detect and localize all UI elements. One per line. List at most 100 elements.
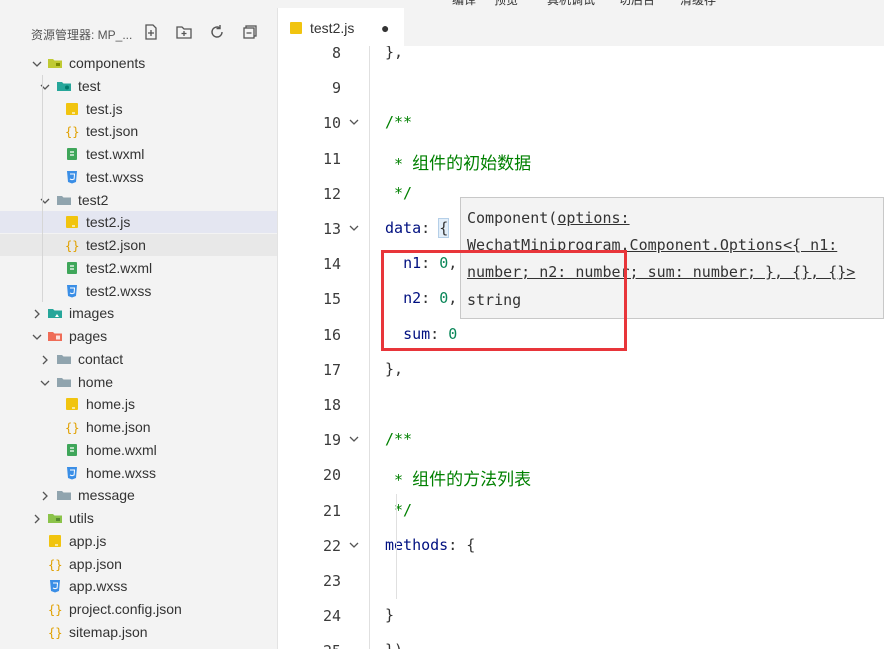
code-line[interactable]: 24} xyxy=(278,599,884,634)
line-number: 13 xyxy=(322,220,341,238)
wxss-file-icon xyxy=(64,169,80,185)
code-line[interactable]: 20 * 组件的方法列表 xyxy=(278,458,884,493)
tree-item-label: utils xyxy=(69,510,94,526)
new-folder-icon[interactable] xyxy=(175,23,193,41)
tree-folder[interactable]: message xyxy=(0,484,277,506)
editor-tabbar: test2.js ● xyxy=(278,8,884,46)
tree-item-label: app.js xyxy=(69,532,107,549)
new-file-icon[interactable] xyxy=(142,23,160,41)
tree-file[interactable]: app.wxss xyxy=(0,575,277,597)
tree-item-label: sitemap.json xyxy=(69,623,148,640)
wxml-file-icon xyxy=(64,442,80,458)
top-menu-item[interactable]: 真机调试 xyxy=(547,0,595,8)
top-menu-item[interactable]: 预览 xyxy=(494,0,518,8)
hover-param-link[interactable]: options: xyxy=(557,209,629,227)
tab-test2-js[interactable]: test2.js ● xyxy=(278,8,404,46)
explorer-panel: 资源管理器: MP_... components test test.js {} tes… xyxy=(0,8,278,649)
chevron-right-icon[interactable] xyxy=(31,512,43,524)
code-line[interactable]: 23 xyxy=(278,564,884,599)
top-menu-item[interactable]: 切后台 xyxy=(619,0,655,8)
chevron-down-icon[interactable] xyxy=(31,330,43,342)
fold-chevron-icon[interactable] xyxy=(348,432,360,444)
tree-folder[interactable]: utils xyxy=(0,507,277,529)
line-number: 18 xyxy=(322,396,341,414)
js-file-icon xyxy=(290,22,302,34)
code-line[interactable]: 9 xyxy=(278,71,884,106)
line-number: 8 xyxy=(331,46,341,62)
tree-item-label: test2.wxml xyxy=(86,259,153,276)
code-text: data: { xyxy=(385,218,450,238)
chevron-right-icon[interactable] xyxy=(39,489,51,501)
chevron-right-icon[interactable] xyxy=(39,353,51,365)
tree-item-label: pages xyxy=(69,328,108,344)
wxml-file-icon xyxy=(64,260,80,276)
fold-chevron-icon[interactable] xyxy=(348,538,360,550)
code-text: }) xyxy=(385,641,403,649)
tree-file[interactable]: {} project.config.json xyxy=(0,598,277,620)
chevron-down-icon[interactable] xyxy=(39,80,51,92)
tree-item-label: test.wxss xyxy=(86,168,144,185)
folder-icon xyxy=(56,374,72,390)
code-line[interactable]: 8}, xyxy=(278,46,884,71)
svg-text:{}: {} xyxy=(48,626,62,640)
tree-folder[interactable]: pages xyxy=(0,325,277,347)
svg-text:{}: {} xyxy=(65,421,79,435)
code-text: }, xyxy=(385,359,404,378)
refresh-icon[interactable] xyxy=(208,23,226,41)
tree-item-label: message xyxy=(78,487,135,504)
tree-item-label: home.wxss xyxy=(86,464,157,481)
wxss-file-icon xyxy=(64,283,80,299)
js-file-icon xyxy=(47,533,63,549)
top-menu-item[interactable]: 清缓存 xyxy=(680,0,716,8)
tree-folder[interactable]: components xyxy=(0,52,277,74)
code-text: methods: { xyxy=(385,535,476,554)
chevron-down-icon[interactable] xyxy=(31,57,43,69)
fold-chevron-icon[interactable] xyxy=(348,221,360,233)
chevron-right-icon[interactable] xyxy=(31,307,43,319)
tree-file[interactable]: {} home.json xyxy=(0,416,277,438)
tree-file[interactable]: app.js xyxy=(0,530,277,552)
code-text: * 组件的初始数据 xyxy=(385,153,532,174)
tree-folder[interactable]: images xyxy=(0,302,277,324)
tree-file[interactable]: {} sitemap.json xyxy=(0,621,277,643)
chevron-down-icon[interactable] xyxy=(39,194,51,206)
code-line[interactable]: 10 /** xyxy=(278,106,884,141)
svg-text:{}: {} xyxy=(65,125,79,139)
tree-file[interactable]: home.js xyxy=(0,393,277,415)
hover-prefix: Component( xyxy=(467,209,558,227)
tree-item-label: test.js xyxy=(86,100,123,117)
collapse-all-icon[interactable] xyxy=(241,23,259,41)
tree-folder[interactable]: home xyxy=(0,371,277,393)
fold-chevron-icon[interactable] xyxy=(348,115,360,127)
tree-item-label: app.wxss xyxy=(69,578,128,595)
code-text: }, xyxy=(385,46,404,61)
code-line[interactable]: 17}, xyxy=(278,353,884,388)
hover-signature-line-1: Component(options: xyxy=(467,209,630,227)
tree-file[interactable]: home.wxml xyxy=(0,439,277,461)
code-line[interactable]: 21 */ xyxy=(278,494,884,529)
code-line[interactable]: 19 /** xyxy=(278,423,884,458)
code-line[interactable]: 22 methods: { xyxy=(278,529,884,564)
images-folder-icon xyxy=(47,305,63,321)
svg-text:{}: {} xyxy=(48,603,62,617)
tree-file[interactable]: {} app.json xyxy=(0,553,277,575)
indent-guide xyxy=(396,493,397,600)
code-text: */ xyxy=(385,500,413,519)
tab-label: test2.js xyxy=(310,20,355,36)
code-line[interactable]: 25}) xyxy=(278,634,884,649)
folder-icon xyxy=(56,192,72,208)
line-number: 19 xyxy=(322,431,341,450)
tree-item-label: test.wxml xyxy=(86,146,145,162)
line-number: 17 xyxy=(322,360,341,379)
code-line[interactable]: 11 * 组件的初始数据 xyxy=(278,142,884,177)
explorer-title: 资源管理器: MP_... xyxy=(31,28,133,42)
top-menu-item[interactable]: 编译 xyxy=(452,0,476,8)
wxss-file-icon xyxy=(47,578,63,594)
tree-folder[interactable]: contact xyxy=(0,348,277,370)
chevron-down-icon[interactable] xyxy=(39,376,51,388)
code-line[interactable]: 18 xyxy=(278,388,884,423)
tree-file[interactable]: home.wxss xyxy=(0,462,277,484)
json-file-icon: {} xyxy=(64,123,80,139)
tree-item-label: home.wxml xyxy=(86,441,157,458)
wxss-file-icon xyxy=(64,465,80,481)
